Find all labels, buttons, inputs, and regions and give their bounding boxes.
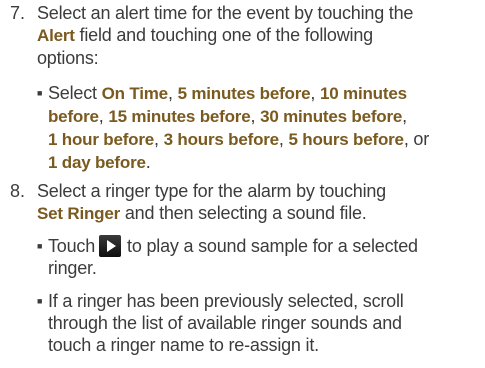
bullet-icon: ■ [37,296,43,306]
option-on-time: On Time [101,84,169,103]
bullet-icon: ■ [37,88,43,98]
option-3-hours: 3 hours before [163,130,279,149]
option-15-minutes: 15 minutes before [108,107,251,126]
set-ringer-label: Set Ringer [37,204,121,223]
option-10-minutes: 10 minutes [320,84,407,103]
step-8: 8. Select a ringer type for the alarm by… [10,180,480,225]
option-5-minutes: 5 minutes before [177,84,311,103]
step-8-bullet-play: ■ Touch to play a sound sample for a sele… [37,235,418,278]
option-30-minutes: 30 minutes before [260,107,403,126]
option-1-day: 1 day before [48,153,146,172]
bullet-icon: ■ [37,241,43,251]
option-5-hours: 5 hours before [288,130,404,149]
step-8-text: Select a ringer type for the alarm by to… [37,181,386,223]
step-7-bullet: ■ Select On Time, 5 minutes before, 10 m… [37,83,430,172]
step-number: 7. [10,3,26,23]
step-number: 8. [10,181,26,201]
step-7: 7. Select an alert time for the event by… [10,2,480,69]
step-8-bullet-reassign: ■ If a ringer has been previously select… [37,291,404,355]
play-icon[interactable] [99,235,122,257]
manual-page: 7. Select an alert time for the event by… [0,0,485,368]
step-7-text: Select an alert time for the event by to… [37,3,414,68]
option-1-hour: 1 hour before [48,130,155,149]
alert-field-label: Alert [37,26,75,45]
